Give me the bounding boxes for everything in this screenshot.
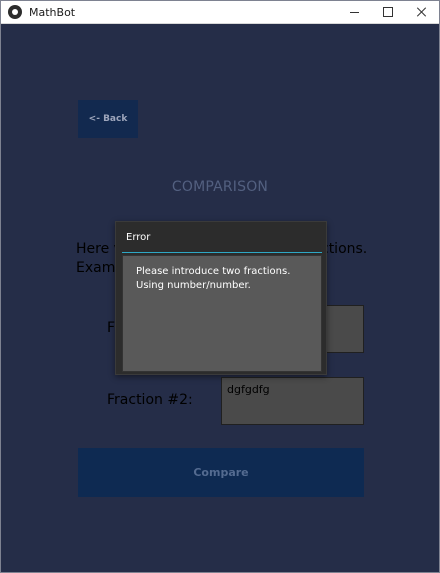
dialog-separator	[122, 252, 322, 253]
page-title: COMPARISON	[171, 179, 269, 195]
window-title: MathBot	[29, 6, 76, 19]
minimize-button[interactable]	[337, 1, 371, 23]
mathbot-window: MathBot <- Back COMPARISON Here v Exam c…	[0, 0, 440, 573]
app-icon	[8, 5, 22, 19]
close-icon	[417, 7, 427, 17]
fraction-2-input[interactable]: dgfgdfg	[221, 377, 364, 425]
back-button[interactable]: <- Back	[78, 100, 138, 138]
maximize-button[interactable]	[371, 1, 405, 23]
dialog-message: Please introduce two fractions. Using nu…	[136, 265, 308, 293]
error-dialog: Error Please introduce two fractions. Us…	[115, 221, 327, 375]
maximize-icon	[383, 7, 393, 17]
dialog-message-line-2: Using number/number.	[136, 280, 251, 291]
dialog-title: Error	[126, 232, 151, 243]
compare-button[interactable]: Compare	[78, 448, 364, 497]
title-bar: MathBot	[1, 1, 439, 24]
dialog-message-line-1: Please introduce two fractions.	[136, 266, 291, 277]
minimize-icon	[349, 11, 359, 13]
close-button[interactable]	[405, 1, 439, 23]
instruction-text-right: ctions.	[321, 241, 368, 257]
fraction-2-label: Fraction #2:	[107, 392, 193, 408]
fraction-1-label: F	[107, 320, 116, 336]
